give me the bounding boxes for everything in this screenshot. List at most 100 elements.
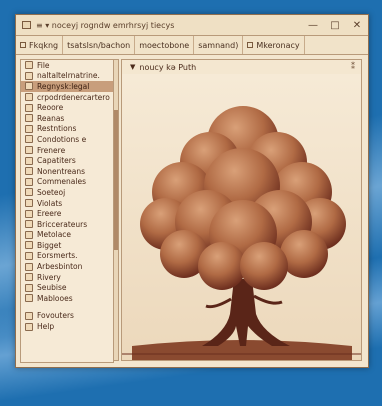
sidebar-item-label: Seubise xyxy=(37,283,67,293)
pin-icon[interactable]: ⁑ xyxy=(351,62,355,71)
toolbar-item-label: tsatslsn/bachon xyxy=(67,40,131,50)
item-icon xyxy=(25,103,33,112)
item-icon xyxy=(25,199,33,208)
item-icon xyxy=(25,61,33,70)
app-icon xyxy=(22,21,31,29)
sidebar-item[interactable]: Fovouters xyxy=(21,311,113,322)
sidebar-item-label: Rivery xyxy=(37,272,61,282)
item-icon xyxy=(25,124,33,133)
sidebar-item-label: Arbesbinton xyxy=(37,262,83,272)
sidebar-item[interactable]: Bigget xyxy=(21,240,113,251)
item-icon xyxy=(25,230,33,239)
scrollbar-thumb[interactable] xyxy=(114,110,118,250)
sidebar-item-label: Violats xyxy=(37,198,63,208)
item-icon xyxy=(25,311,33,320)
item-icon xyxy=(25,93,33,102)
sidebar-item-label: crpodrdenercartero xyxy=(37,92,110,102)
sidebar-item-label: Help xyxy=(37,322,55,332)
item-icon xyxy=(25,82,33,91)
sidebar-item[interactable]: naltaltelrnatrine. xyxy=(21,71,113,82)
toolbar-item-mkeronacy[interactable]: Mkeronacy xyxy=(243,36,305,54)
sidebar-item[interactable]: Help xyxy=(21,321,113,332)
app-window: ≡ ▾ noceyj rogndw emrhrsyj tiecys — □ ✕ … xyxy=(15,14,369,368)
item-icon xyxy=(25,251,33,260)
toolbar-item-label: Fkqkng xyxy=(29,40,59,50)
item-icon xyxy=(25,188,33,197)
item-icon xyxy=(25,241,33,250)
sidebar-item[interactable]: Violats xyxy=(21,198,113,209)
sidebar-item-label: naltaltelrnatrine. xyxy=(37,71,100,81)
sidebar-item-label: Reoore xyxy=(37,103,64,113)
sidebar-item-label: Frenere xyxy=(37,145,66,155)
tree-image xyxy=(122,74,361,360)
sidebar-item[interactable]: Metolace xyxy=(21,230,113,241)
toolbar-item-bachon[interactable]: tsatslsn/bachon xyxy=(63,36,136,54)
sidebar-item[interactable]: Seubise xyxy=(21,282,113,293)
window-title: ≡ ▾ noceyj rogndw emrhrsyj tiecys xyxy=(36,20,175,30)
sidebar-item-label: Commenales xyxy=(37,177,87,187)
toolbar-item-fkqkng[interactable]: Fkqkng xyxy=(16,36,64,54)
toolbar-item-label: moectobone xyxy=(139,40,190,50)
sidebar-item-label: Eorsmerts. xyxy=(37,251,78,261)
content-title: noucy kə Puth xyxy=(139,62,197,72)
sidebar-item[interactable]: Frenere xyxy=(21,145,113,156)
sidebar-item-label: Ereere xyxy=(37,209,62,219)
content-header: ▼ noucy kə Puth ⁑ xyxy=(122,60,361,74)
item-icon xyxy=(25,220,33,229)
item-icon xyxy=(25,135,33,144)
item-icon xyxy=(25,114,33,123)
toolbar-item-label: samnand) xyxy=(198,40,239,50)
item-icon xyxy=(25,146,33,155)
document-icon xyxy=(247,42,254,48)
item-icon xyxy=(25,273,33,282)
sidebar-item[interactable]: Mablooes xyxy=(21,293,113,304)
sidebar-item[interactable]: Ereere xyxy=(21,208,113,219)
sidebar-item[interactable]: crpodrdenercartero xyxy=(21,92,113,103)
sidebar-item[interactable]: Rivery xyxy=(21,272,113,283)
item-icon xyxy=(25,71,33,80)
item-icon xyxy=(25,209,33,218)
sidebar-item[interactable]: File xyxy=(21,60,113,71)
folder-icon xyxy=(20,42,26,48)
sidebar-item[interactable]: Restntions xyxy=(21,124,113,135)
item-icon xyxy=(25,167,33,176)
sidebar-item-label: Bigget xyxy=(37,240,62,250)
item-icon xyxy=(25,262,33,271)
sidebar-item-label: Capatiters xyxy=(37,156,76,166)
sidebar-item[interactable]: Arbesbinton xyxy=(21,261,113,272)
item-icon xyxy=(25,294,33,303)
close-button[interactable]: ✕ xyxy=(346,20,368,31)
sidebar-item-label: Fovouters xyxy=(37,311,74,321)
sidebar-item-label: Soeteoj xyxy=(37,187,66,197)
sidebar: File naltaltelrnatrine. Regnysk:legal crpod… xyxy=(20,59,114,363)
item-icon xyxy=(25,322,33,331)
sidebar-item[interactable]: Commenales xyxy=(21,177,113,188)
tree-illustration xyxy=(122,74,361,360)
sidebar-item[interactable]: Reoore xyxy=(21,102,113,113)
content-pane: ▼ noucy kə Puth ⁑ xyxy=(121,59,362,361)
toolbar-item-moectobone[interactable]: moectobone xyxy=(135,36,195,54)
item-icon xyxy=(25,156,33,165)
item-icon xyxy=(25,283,33,292)
sidebar-item[interactable]: Eorsmerts. xyxy=(21,251,113,262)
sidebar-item[interactable]: Regnysk:legal xyxy=(21,81,113,92)
sidebar-item[interactable]: Soeteoj xyxy=(21,187,113,198)
minimize-button[interactable]: — xyxy=(302,20,324,31)
title-bar: ≡ ▾ noceyj rogndw emrhrsyj tiecys — □ ✕ xyxy=(16,15,368,36)
toolbar: Fkqkng tsatslsn/bachon moectobone samnan… xyxy=(16,36,368,55)
sidebar-item[interactable]: Reanas xyxy=(21,113,113,124)
sidebar-item-label: Mablooes xyxy=(37,293,73,303)
sidebar-scrollbar[interactable] xyxy=(113,59,119,361)
chevron-down-icon[interactable]: ▼ xyxy=(130,63,135,71)
sidebar-item[interactable]: Nonentreans xyxy=(21,166,113,177)
maximize-button[interactable]: □ xyxy=(324,20,346,31)
sidebar-item[interactable]: Briccerateurs xyxy=(21,219,113,230)
sidebar-item-label: Regnysk:legal xyxy=(37,81,90,91)
item-icon xyxy=(25,177,33,186)
toolbar-item-samnand[interactable]: samnand) xyxy=(194,36,244,54)
sidebar-item[interactable]: Capatiters xyxy=(21,155,113,166)
toolbar-item-label: Mkeronacy xyxy=(256,40,300,50)
sidebar-item[interactable]: Condotions e xyxy=(21,134,113,145)
sidebar-item-label: File xyxy=(37,60,50,70)
sidebar-item-label: Briccerateurs xyxy=(37,219,88,229)
